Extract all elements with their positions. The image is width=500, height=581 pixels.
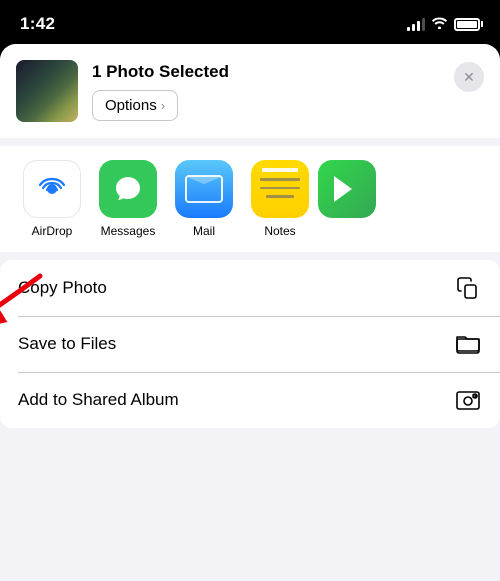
battery-icon [454,18,480,31]
status-bar: 1:42 [0,0,500,44]
folder-icon [454,330,482,358]
actions-section: Copy Photo Save to Files [0,260,500,428]
messages-icon [99,160,157,218]
mail-label: Mail [193,224,215,238]
wifi-icon [431,16,448,32]
signal-icon [407,17,425,31]
notes-inner-icon [251,160,309,218]
notes-app-icon [251,160,309,218]
photo-thumbnail [16,60,78,122]
save-to-files-label: Save to Files [18,334,116,354]
copy-photo-label: Copy Photo [18,278,107,298]
mail-app-icon [175,160,233,218]
action-save-to-files[interactable]: Save to Files [0,316,500,372]
share-header-text: 1 Photo Selected Options › [92,60,440,121]
app-item-more[interactable] [318,160,376,238]
status-icons [407,16,480,32]
shared-album-icon [454,386,482,414]
app-item-messages[interactable]: Messages [90,160,166,238]
options-button[interactable]: Options › [92,90,178,121]
options-chevron-icon: › [161,98,165,113]
mail-flap-icon [187,177,221,189]
notes-label: Notes [264,224,295,238]
copy-icon [454,274,482,302]
add-shared-album-label: Add to Shared Album [18,390,179,410]
options-label: Options [105,97,157,114]
apps-row: AirDrop Messages Mail [0,160,500,238]
app-item-notes[interactable]: Notes [242,160,318,238]
action-add-shared-album[interactable]: Add to Shared Album [0,372,500,428]
apps-section: AirDrop Messages Mail [0,146,500,252]
selected-title: 1 Photo Selected [92,62,440,82]
close-icon: ✕ [463,70,475,84]
close-button[interactable]: ✕ [454,62,484,92]
messages-label: Messages [101,224,156,238]
app-item-mail[interactable]: Mail [166,160,242,238]
action-copy-photo[interactable]: Copy Photo [0,260,500,316]
airdrop-label: AirDrop [32,224,73,238]
app-item-airdrop[interactable]: AirDrop [14,160,90,238]
share-sheet: 1 Photo Selected Options › ✕ [0,44,500,581]
status-time: 1:42 [20,14,55,34]
share-header: 1 Photo Selected Options › ✕ [0,44,500,138]
airdrop-icon [23,160,81,218]
more-app-icon [318,160,376,218]
mail-envelope-icon [185,175,223,203]
